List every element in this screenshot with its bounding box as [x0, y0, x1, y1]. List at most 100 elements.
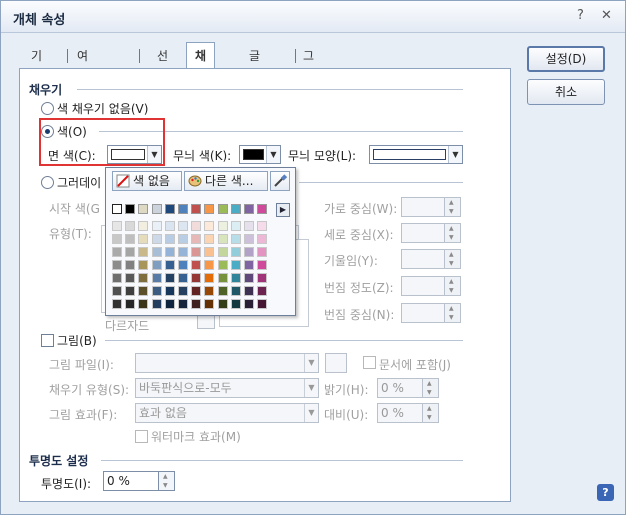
color-swatch[interactable]: [217, 234, 228, 244]
tab-line[interactable]: 선: [153, 45, 172, 67]
picture-checkbox[interactable]: [41, 334, 54, 347]
help-icon[interactable]: ?: [577, 8, 584, 23]
color-swatch[interactable]: [217, 273, 228, 283]
color-swatch[interactable]: [217, 247, 228, 257]
color-swatch[interactable]: [204, 286, 215, 296]
color-swatch[interactable]: [217, 260, 228, 270]
help-icon[interactable]: ?: [597, 484, 614, 501]
color-swatch[interactable]: [257, 234, 268, 244]
color-swatch[interactable]: [244, 286, 254, 296]
color-swatch[interactable]: [217, 299, 228, 309]
other-color-button[interactable]: 다른 색...: [184, 171, 268, 191]
color-swatch[interactable]: [178, 204, 188, 214]
color-swatch[interactable]: [191, 273, 202, 283]
color-swatch[interactable]: [151, 260, 162, 270]
set-button[interactable]: 설정(D): [527, 46, 605, 72]
color-swatch[interactable]: [230, 299, 241, 309]
color-swatch[interactable]: [204, 204, 215, 214]
color-swatch[interactable]: [125, 221, 136, 231]
color-swatch[interactable]: [230, 204, 241, 214]
color-swatch[interactable]: [112, 234, 122, 244]
color-swatch[interactable]: [230, 221, 241, 231]
color-swatch[interactable]: [112, 247, 122, 257]
color-swatch[interactable]: [151, 204, 162, 214]
color-swatch[interactable]: [164, 234, 175, 244]
color-swatch[interactable]: [244, 260, 254, 270]
tab-basic[interactable]: 기본: [27, 45, 46, 85]
color-swatch[interactable]: [125, 286, 136, 296]
color-swatch[interactable]: [244, 221, 254, 231]
color-swatch[interactable]: [125, 234, 136, 244]
color-swatch[interactable]: [112, 260, 122, 270]
color-swatch[interactable]: [138, 247, 149, 257]
color-swatch[interactable]: [230, 234, 241, 244]
pattern-shape-picker[interactable]: ▼: [369, 145, 463, 164]
color-swatch[interactable]: [164, 273, 175, 283]
color-swatch[interactable]: [257, 286, 268, 296]
tab-shadow[interactable]: 그림자: [299, 45, 318, 107]
no-color-button[interactable]: 색 없음: [112, 171, 182, 191]
color-swatch[interactable]: [138, 273, 149, 283]
color-swatch[interactable]: [125, 247, 136, 257]
color-swatch[interactable]: [244, 247, 254, 257]
color-swatch[interactable]: [138, 286, 149, 296]
color-swatch[interactable]: [230, 247, 241, 257]
color-swatch[interactable]: [151, 286, 162, 296]
color-swatch[interactable]: [125, 299, 136, 309]
cancel-button[interactable]: 취소: [527, 79, 605, 105]
color-swatch[interactable]: [244, 273, 254, 283]
color-swatch[interactable]: [191, 299, 202, 309]
color-swatch[interactable]: [112, 286, 122, 296]
color-swatch[interactable]: [138, 260, 149, 270]
color-swatch[interactable]: [112, 204, 122, 214]
no-fill-radio[interactable]: [41, 102, 54, 115]
color-swatch[interactable]: [164, 221, 175, 231]
color-swatch[interactable]: [164, 299, 175, 309]
color-swatch[interactable]: [217, 221, 228, 231]
color-swatch[interactable]: [151, 234, 162, 244]
color-swatch[interactable]: [138, 299, 149, 309]
color-swatch[interactable]: [257, 221, 268, 231]
color-swatch[interactable]: [138, 234, 149, 244]
color-swatch[interactable]: [191, 247, 202, 257]
transparency-spinner[interactable]: [159, 471, 175, 491]
chevron-right-icon[interactable]: ▶: [276, 203, 290, 217]
color-swatch[interactable]: [257, 247, 268, 257]
color-swatch[interactable]: [244, 234, 254, 244]
color-swatch[interactable]: [230, 286, 241, 296]
color-swatch[interactable]: [178, 221, 188, 231]
color-swatch[interactable]: [125, 273, 136, 283]
color-swatch[interactable]: [191, 260, 202, 270]
close-icon[interactable]: ✕: [601, 8, 612, 23]
color-swatch[interactable]: [125, 204, 136, 214]
color-swatch[interactable]: [191, 286, 202, 296]
color-swatch[interactable]: [217, 204, 228, 214]
color-swatch[interactable]: [204, 299, 215, 309]
color-swatch[interactable]: [164, 286, 175, 296]
color-swatch[interactable]: [151, 299, 162, 309]
gradient-radio[interactable]: [41, 176, 54, 189]
color-swatch[interactable]: [178, 299, 188, 309]
color-swatch[interactable]: [178, 234, 188, 244]
color-swatch[interactable]: [257, 204, 268, 214]
color-swatch[interactable]: [204, 247, 215, 257]
color-swatch[interactable]: [178, 273, 188, 283]
color-swatch[interactable]: [164, 247, 175, 257]
color-swatch[interactable]: [191, 204, 202, 214]
tab-textbox[interactable]: 글상자: [245, 45, 264, 107]
color-swatch[interactable]: [244, 204, 254, 214]
color-swatch[interactable]: [138, 204, 149, 214]
color-swatch[interactable]: [178, 286, 188, 296]
color-swatch[interactable]: [164, 260, 175, 270]
color-swatch[interactable]: [244, 299, 254, 309]
color-swatch[interactable]: [151, 247, 162, 257]
color-swatch[interactable]: [204, 234, 215, 244]
tab-fill[interactable]: 채우기: [186, 42, 216, 115]
color-swatch[interactable]: [164, 204, 175, 214]
color-swatch[interactable]: [217, 286, 228, 296]
color-swatch[interactable]: [257, 273, 268, 283]
color-swatch[interactable]: [112, 299, 122, 309]
color-swatch[interactable]: [230, 260, 241, 270]
color-swatch[interactable]: [191, 221, 202, 231]
tab-margin-caption[interactable]: 여백/캡션: [73, 45, 96, 129]
